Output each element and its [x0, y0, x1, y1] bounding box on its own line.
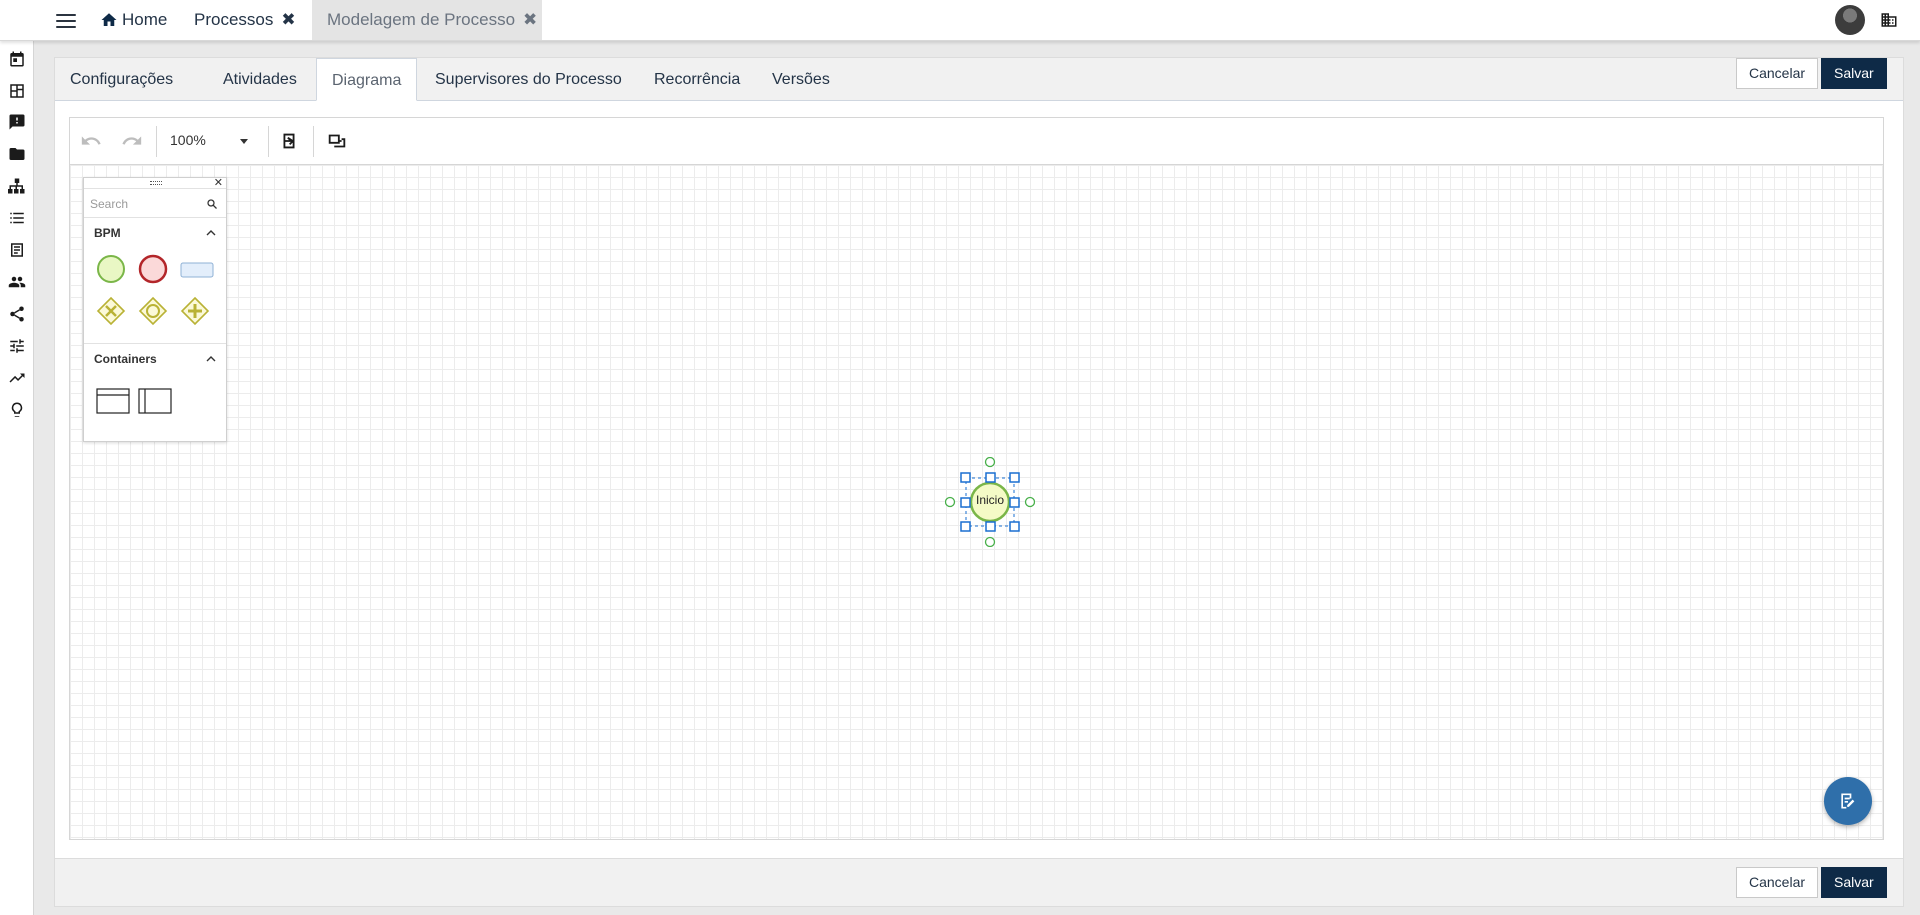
chevron-up-icon[interactable]: [206, 229, 216, 237]
cancel-button-bottom[interactable]: Cancelar: [1736, 867, 1819, 898]
start-event-label: Inicio: [975, 493, 1004, 507]
bottom-action-bar: Cancelar Salvar: [55, 858, 1903, 906]
calendar-icon[interactable]: [8, 50, 26, 68]
task-shape[interactable]: [180, 262, 214, 278]
people-icon[interactable]: [8, 273, 26, 291]
company-building-icon[interactable]: [1879, 11, 1899, 29]
chevron-up-icon[interactable]: [206, 355, 216, 363]
tab-modelagem-de-processo[interactable]: Modelagem de Processo ✖: [312, 0, 542, 40]
list-icon[interactable]: [8, 209, 26, 227]
palette-section-bpm[interactable]: BPM: [84, 218, 226, 248]
editor-toolbar: 100%: [70, 118, 1883, 165]
tab-supervisores-do-processo[interactable]: Supervisores do Processo: [420, 58, 637, 101]
tab-processos-label: Processos: [194, 10, 274, 29]
exclusive-gateway-shape[interactable]: [96, 296, 126, 326]
trending-icon[interactable]: [8, 369, 26, 387]
undo-icon[interactable]: [80, 130, 102, 152]
fit-to-page-icon[interactable]: [278, 130, 300, 152]
tab-versoes[interactable]: Versões: [757, 58, 845, 101]
palette-drag-handle[interactable]: [84, 178, 226, 188]
search-icon: [207, 199, 217, 209]
avatar[interactable]: [1835, 5, 1865, 35]
palette-section-containers-title: Containers: [94, 352, 157, 366]
tab-processos[interactable]: Processos ✖: [194, 0, 296, 40]
tab-atividades[interactable]: Atividades: [208, 58, 312, 101]
vertical-pool-shape[interactable]: [138, 388, 172, 414]
org-chart-icon[interactable]: [8, 177, 26, 195]
start-event-shape[interactable]: [96, 254, 126, 284]
tab-modelagem-label: Modelagem de Processo: [327, 10, 516, 29]
parallel-gateway-shape[interactable]: [180, 296, 210, 326]
zoom-select[interactable]: 100%: [170, 132, 206, 148]
tab-home[interactable]: Home: [100, 0, 167, 40]
cancel-button[interactable]: Cancelar: [1736, 58, 1819, 89]
top-bar: Home Processos ✖ Modelagem de Processo ✖: [0, 0, 1920, 41]
diagram-canvas[interactable]: ✕ BPM: [70, 165, 1883, 839]
edit-note-icon: [1841, 793, 1855, 809]
palette-section-bpm-title: BPM: [94, 226, 121, 240]
lightbulb-icon[interactable]: [8, 401, 26, 419]
save-button[interactable]: Salvar: [1821, 58, 1887, 89]
edit-note-fab[interactable]: [1824, 777, 1872, 825]
dashboard-icon[interactable]: [8, 82, 26, 100]
document-icon[interactable]: [8, 241, 26, 259]
inclusive-gateway-shape[interactable]: [138, 296, 168, 326]
left-nav-rail: [0, 41, 34, 915]
process-modeling-panel: Configurações Atividades Diagrama Superv…: [54, 57, 1904, 907]
sliders-icon[interactable]: [8, 337, 26, 355]
horizontal-pool-shape[interactable]: [96, 388, 130, 414]
palette-search: [84, 188, 226, 218]
feedback-icon[interactable]: [8, 113, 26, 131]
tab-home-label: Home: [122, 10, 168, 29]
palette-search-input[interactable]: [90, 194, 200, 214]
share-icon[interactable]: [8, 305, 26, 323]
save-button-bottom[interactable]: Salvar: [1821, 867, 1887, 898]
section-tabs: Configurações Atividades Diagrama Superv…: [55, 58, 1903, 101]
diagram-editor: 100% ✕ Search BPM Containers Inicio: [69, 117, 1884, 840]
hamburger-menu-icon[interactable]: [54, 10, 78, 30]
end-event-shape[interactable]: [138, 254, 168, 284]
close-tab-processos-icon[interactable]: ✖: [281, 10, 295, 30]
folder-icon[interactable]: [8, 145, 26, 163]
palette-section-containers[interactable]: Containers: [84, 344, 226, 374]
tab-recorrencia[interactable]: Recorrência: [639, 58, 755, 101]
shape-palette: ✕ BPM: [83, 177, 227, 442]
format-panel-icon[interactable]: [326, 130, 348, 152]
redo-icon[interactable]: [121, 130, 143, 152]
home-icon: [101, 13, 117, 26]
tab-diagrama[interactable]: Diagrama: [316, 58, 418, 101]
zoom-dropdown-icon[interactable]: [240, 139, 248, 144]
tab-configuracoes[interactable]: Configurações: [55, 58, 188, 101]
close-tab-modelagem-icon[interactable]: ✖: [523, 10, 537, 30]
start-event-node[interactable]: Inicio: [944, 456, 1036, 548]
